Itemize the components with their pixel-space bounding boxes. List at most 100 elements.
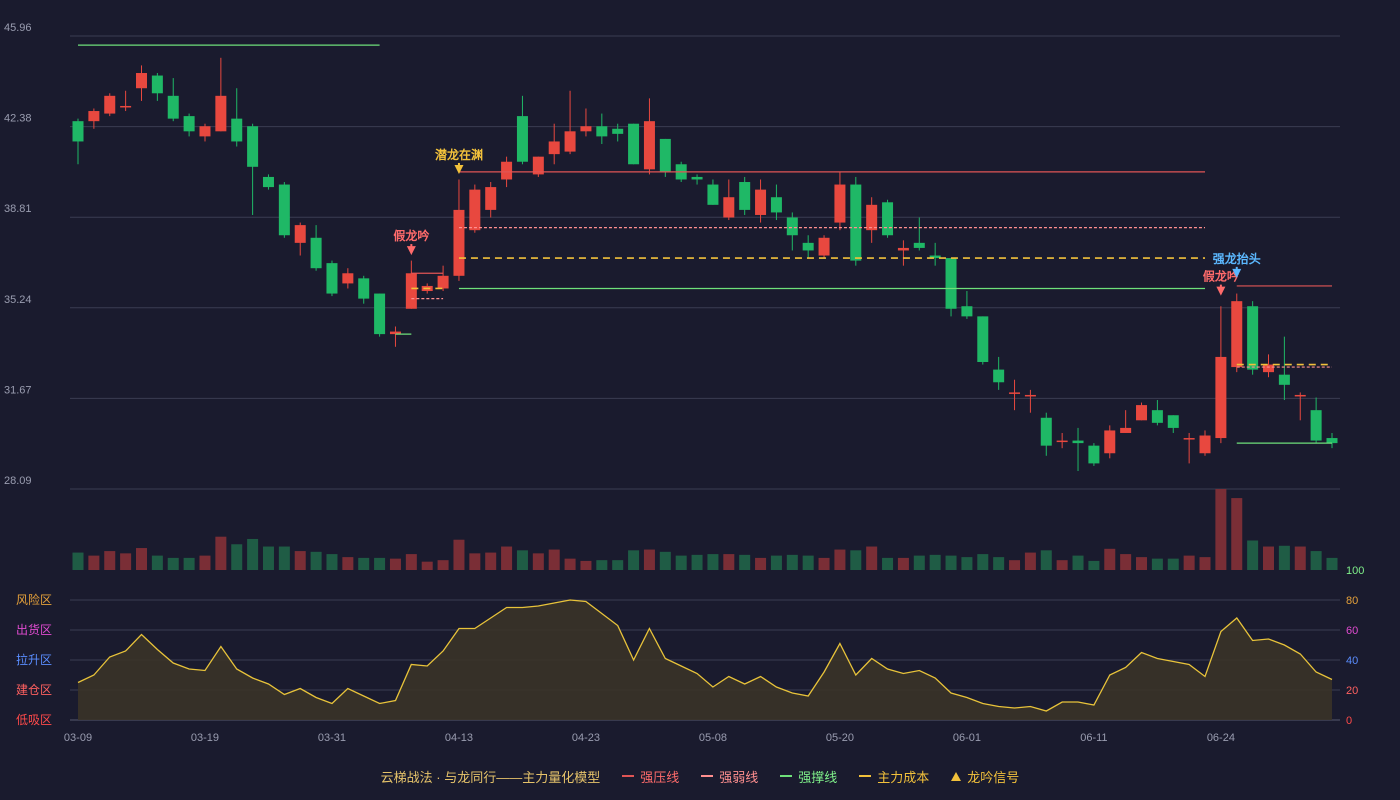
- volume-bar: [659, 551, 671, 570]
- x-tick-label: 04-23: [572, 732, 600, 744]
- volume-bar: [643, 549, 655, 570]
- candle-body: [1215, 356, 1227, 439]
- volume-bar: [755, 557, 767, 570]
- chart-legend: 云梯战法 · 与龙同行——主力量化模型 强压线 强弱线 强撑线 主力成本 龙吟信…: [0, 764, 1400, 788]
- volume-bar: [1183, 555, 1195, 570]
- candle-body: [262, 176, 274, 188]
- legend-title: 云梯战法 · 与龙同行——主力量化模型: [380, 769, 601, 785]
- volume-bar: [342, 557, 354, 570]
- volume-bar: [1326, 557, 1338, 570]
- volume-bar: [770, 555, 782, 570]
- candle-body: [977, 316, 989, 362]
- legend-signal: 龙吟信号: [951, 767, 1019, 786]
- candle-body: [961, 306, 973, 317]
- price-tick-label: 38.81: [4, 203, 32, 215]
- volume-bar: [437, 560, 449, 570]
- candle-body: [866, 204, 878, 231]
- candle-body: [596, 126, 608, 137]
- volume-bar: [72, 552, 84, 570]
- zone-label: 建仓区: [16, 683, 52, 697]
- volume-bar: [913, 555, 925, 570]
- candle-body: [1009, 392, 1021, 394]
- volume-bar: [120, 553, 132, 570]
- legend-pressure-line: 强压线: [622, 767, 679, 786]
- volume-bar: [1040, 550, 1052, 570]
- x-tick-label: 04-13: [445, 732, 473, 744]
- candlestick-chart: 45.96 42.38 38.81 35.24 31.67 28.09 100 80 60 40 2…: [4, 22, 1364, 744]
- candle-body: [993, 369, 1005, 383]
- price-tick-label: 45.96: [4, 22, 32, 34]
- candle-body: [326, 263, 338, 294]
- candle-body: [643, 121, 655, 170]
- volume-bar: [850, 550, 862, 570]
- volume-bar: [993, 557, 1005, 570]
- candle-body: [628, 123, 640, 165]
- osc-tick-label: 60: [1346, 625, 1358, 637]
- volume-bar: [516, 550, 528, 570]
- candle-body: [1120, 427, 1132, 433]
- volume-bar: [374, 557, 386, 570]
- volume-bar: [1009, 560, 1021, 570]
- volume-bar: [834, 549, 846, 570]
- candle-body: [231, 118, 243, 142]
- candle-body: [1056, 440, 1068, 443]
- signal-label: 潜龙在渊: [435, 147, 483, 162]
- volume-bar: [739, 554, 751, 570]
- price-tick-label: 31.67: [4, 384, 32, 396]
- candle-body: [882, 202, 894, 236]
- volume-bar: [1231, 498, 1243, 570]
- candle-body: [1247, 306, 1259, 370]
- price-tick-label: 28.09: [4, 475, 32, 487]
- zone-label: 风险区: [16, 592, 52, 607]
- volume-bar: [1199, 557, 1211, 570]
- volume-bar: [1215, 489, 1227, 570]
- candle-body: [1183, 438, 1195, 440]
- volume-bar: [151, 555, 163, 570]
- volume-bar: [818, 557, 830, 570]
- x-tick-label: 03-19: [191, 732, 219, 744]
- volume-bar: [802, 555, 814, 570]
- candle-body: [786, 217, 798, 236]
- volume-bar: [501, 546, 513, 570]
- candle-body: [310, 237, 322, 269]
- volume-bar: [199, 555, 211, 570]
- volume-bar: [485, 552, 497, 570]
- candle-body: [1326, 438, 1338, 444]
- volume-bar: [977, 554, 989, 570]
- osc-tick-label: 40: [1346, 655, 1358, 667]
- volume-bar: [786, 554, 798, 570]
- volume-bar: [897, 557, 909, 570]
- volume-bar: [1088, 560, 1100, 570]
- candle-body: [945, 258, 957, 309]
- volume-bar: [1136, 557, 1148, 570]
- price-tick-label: 42.38: [4, 113, 32, 125]
- candle-body: [516, 116, 528, 162]
- candle-body: [88, 111, 100, 122]
- x-tick-label: 06-11: [1080, 732, 1107, 744]
- candle-body: [278, 184, 290, 236]
- candle-body: [770, 197, 782, 213]
- volume-bar: [945, 555, 957, 570]
- volume-bar: [1263, 546, 1275, 570]
- candle-body: [580, 126, 592, 132]
- volume-bar: [866, 546, 878, 570]
- candle-body: [802, 242, 814, 251]
- volume-bar: [564, 558, 576, 570]
- x-tick-label: 06-01: [953, 732, 981, 744]
- volume-bar: [262, 546, 274, 570]
- volume-bar: [326, 554, 338, 570]
- osc-tick-label: 0: [1346, 715, 1352, 727]
- volume-bar: [628, 550, 640, 570]
- zone-label: 低吸区: [16, 713, 52, 727]
- candle-body: [358, 278, 370, 299]
- candle-body: [1199, 435, 1211, 454]
- osc-tick-label: 100: [1346, 565, 1364, 577]
- candle-body: [1310, 410, 1322, 441]
- volume-bar: [580, 560, 592, 570]
- candle-body: [453, 209, 465, 276]
- volume-bar: [278, 546, 290, 570]
- candle-body: [437, 275, 449, 289]
- candle-body: [739, 182, 751, 210]
- candle-body: [564, 131, 576, 152]
- candle-body: [897, 247, 909, 251]
